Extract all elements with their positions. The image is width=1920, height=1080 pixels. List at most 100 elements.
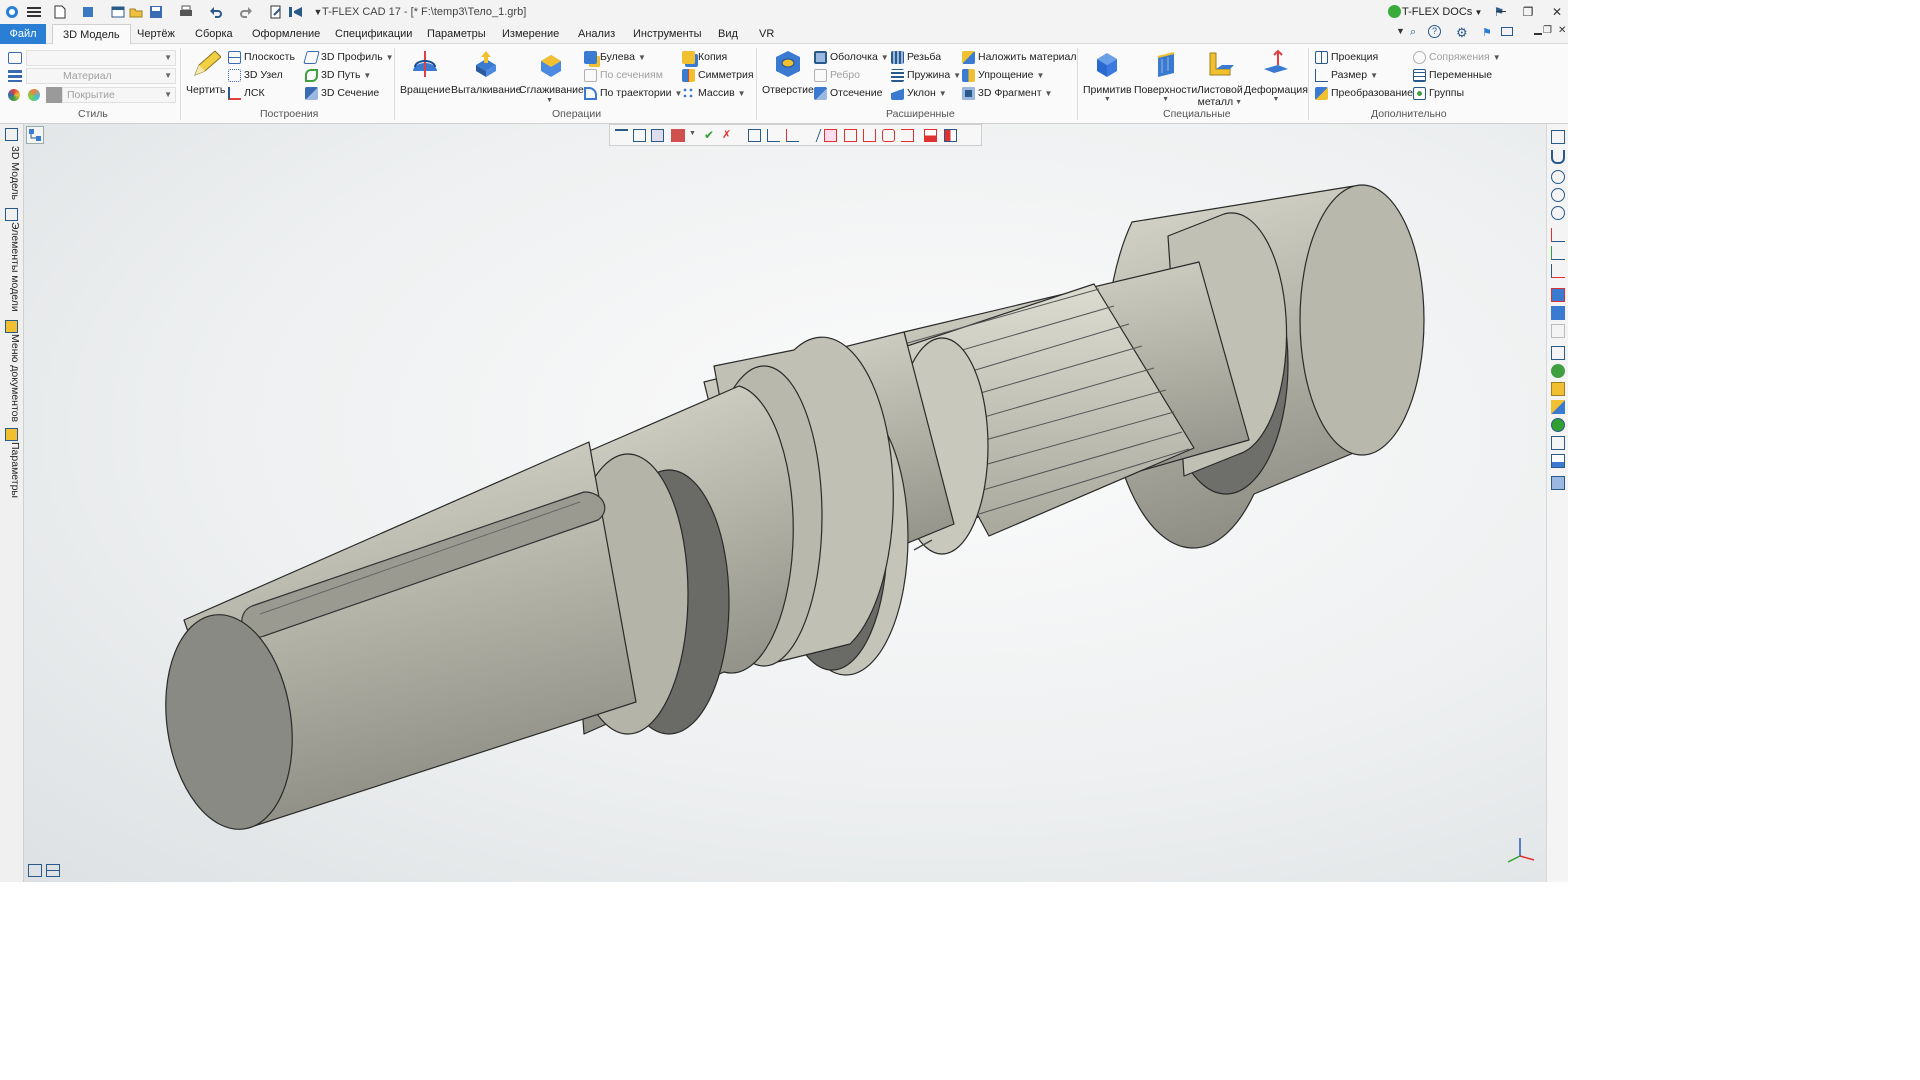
docs-menu[interactable]: T-FLEX DOCs ▼ [1402,6,1482,18]
levels-icon[interactable] [8,70,22,82]
texture-icon[interactable] [1551,400,1565,414]
color-palette-icon[interactable] [8,89,20,101]
smooth-button[interactable]: Сглаживание [519,48,584,96]
doc-restore-icon[interactable]: ❐ [1543,25,1552,36]
filter-icon[interactable] [615,129,628,142]
mates-button[interactable]: Сопряжения ▼ [1413,49,1501,65]
zoom-in-icon[interactable] [1551,188,1565,202]
tab-measure[interactable]: Измерение [502,28,559,40]
lighting-icon[interactable] [1551,418,1565,432]
new-model-icon[interactable] [80,4,96,20]
slope-button[interactable]: Уклон ▼ [891,85,947,101]
view-front-icon[interactable] [1551,228,1565,242]
save-icon[interactable] [148,4,164,20]
model-tools-icon[interactable] [288,4,304,20]
window-split-icon[interactable] [1551,130,1565,144]
snap-fragment-icon[interactable] [944,129,957,142]
tab-analysis[interactable]: Анализ [578,28,615,40]
pin-icon[interactable]: ⚑ [1491,4,1507,20]
magnet-icon[interactable] [1551,150,1565,164]
groups-button[interactable]: Группы [1413,85,1464,101]
tab-assembly[interactable]: Сборка [195,28,233,40]
template-icon[interactable] [110,4,126,20]
ribbon-options-icon[interactable]: ▼ [1396,26,1405,36]
menu-icon[interactable] [26,4,42,20]
plane-button[interactable]: Плоскость [228,49,295,65]
zoom-out-icon[interactable] [1551,206,1565,220]
section3d-button[interactable]: 3D Сечение [305,85,379,101]
array-button[interactable]: Массив ▼ [682,85,746,101]
coating-swatch[interactable] [46,87,62,103]
select-filter-icon[interactable] [633,129,646,142]
by-sections-button[interactable]: По сечениям [584,67,663,83]
help-icon[interactable]: ? [1428,25,1441,38]
flag-icon[interactable]: ⚑ [1482,26,1492,39]
symmetry-button[interactable]: Симметрия [682,67,754,83]
snap-node-icon[interactable] [901,129,914,142]
tab-design[interactable]: Оформление [252,28,320,40]
boolean-button[interactable]: Булева ▼ [584,49,646,65]
rib-button[interactable]: Ребро [814,67,860,83]
open-folder-icon[interactable] [128,4,144,20]
node3d-button[interactable]: 3D Узел [228,67,283,83]
path3d-button[interactable]: 3D Путь ▼ [305,67,371,83]
settings-gear-icon[interactable]: ⚙ [1456,25,1468,41]
fragment3d-button[interactable]: 3D Фрагмент ▼ [962,85,1052,101]
deformation-button[interactable]: Деформация ▼ [1244,48,1308,103]
draw-button[interactable]: Чертить [186,48,225,96]
by-path-button[interactable]: По траектории ▼ [584,85,682,101]
layout-split-icon[interactable] [46,864,60,877]
tab-vr[interactable]: VR [759,28,774,40]
cancel-selection-icon[interactable]: ✗ [722,129,735,142]
restore-window-icon[interactable]: ❐ [1520,4,1536,20]
window-layout-icon[interactable] [1501,27,1513,36]
extrude-button[interactable]: Выталкивание [451,48,521,96]
3d-viewport[interactable] [24,124,1546,882]
appearance-icon[interactable] [28,89,40,101]
redo-icon[interactable] [238,4,254,20]
primitive-button[interactable]: Примитив ▼ [1083,48,1132,103]
layer-icon[interactable] [8,52,22,64]
snap-axes-icon[interactable] [767,129,780,142]
tab-view[interactable]: Вид [718,28,738,40]
tab-file[interactable]: Файл [0,24,46,44]
cut-button[interactable]: Отсечение [814,85,882,101]
check-icon[interactable]: ✔ [704,129,717,142]
render-mode-icon[interactable] [1551,346,1565,360]
snap-face-icon[interactable] [824,129,837,142]
zoom-window-icon[interactable] [1551,170,1565,184]
close-window-icon[interactable]: ✕ [1549,4,1565,20]
smooth-dropdown-icon[interactable]: ▼ [546,97,553,104]
print-icon[interactable] [178,4,194,20]
layer-combo[interactable]: ▼ [26,50,176,66]
tab-3d-model[interactable]: 3D Модель [52,24,131,45]
hole-button[interactable]: Отверстие [762,48,814,96]
shell-button[interactable]: Оболочка ▼ [814,49,889,65]
material-combo[interactable]: Материал ▼ [26,68,176,84]
edit-doc-icon[interactable] [268,4,284,20]
snap-body-icon[interactable] [844,129,857,142]
surfaces-button[interactable]: Поверхности ▼ [1134,48,1197,103]
color-filter-dropdown-icon[interactable]: ▼ [689,130,696,137]
color-filter-icon[interactable] [671,129,685,142]
transform-button[interactable]: Преобразование [1315,85,1413,101]
selection-list-icon[interactable] [651,129,664,142]
thread-button[interactable]: Резьба [891,49,941,65]
app-logo-icon[interactable] [4,4,20,20]
search-icon[interactable]: ⌕ [1410,26,1416,39]
snap-vertex-icon[interactable] [863,129,876,142]
display-settings-icon[interactable] [1551,476,1565,490]
snap-lcs-icon[interactable] [786,129,799,142]
spring-button[interactable]: Пружина ▼ [891,67,961,83]
snap-edge-icon[interactable] [803,129,822,142]
variables-button[interactable]: Переменные [1413,67,1492,83]
simplify-button[interactable]: Упрощение ▼ [962,67,1044,83]
coating-combo[interactable]: Покрытие ▼ [62,87,176,103]
view-side-icon[interactable] [1551,264,1565,278]
material-view-icon[interactable] [1551,382,1565,396]
doc-close-icon[interactable]: ✕ [1558,25,1566,36]
snap-grid-icon[interactable] [748,129,761,142]
view-top-icon[interactable] [1551,246,1565,260]
camera-icon[interactable] [1551,436,1565,450]
shading-icon[interactable] [1551,364,1565,378]
